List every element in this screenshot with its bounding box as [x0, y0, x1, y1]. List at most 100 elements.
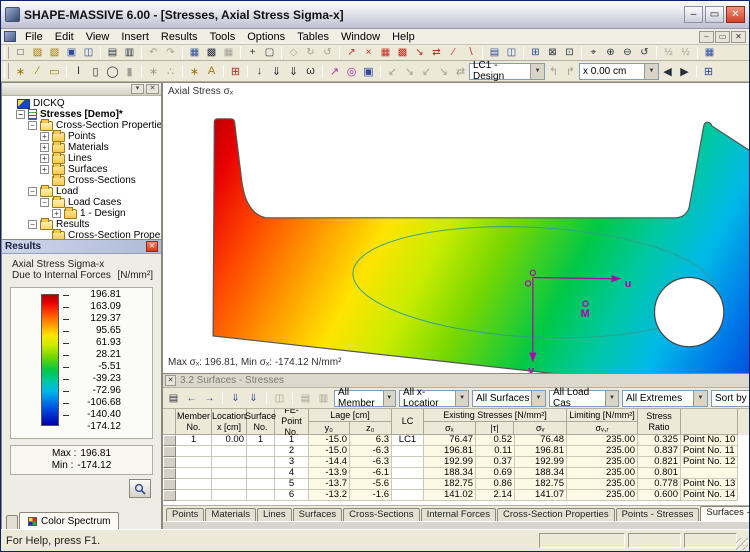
- rotate-ccw-button[interactable]: ↺: [319, 46, 336, 60]
- link-values-button[interactable]: ⇄: [452, 63, 469, 80]
- cell-sigma-v[interactable]: 76.48: [515, 435, 567, 446]
- cell-lc[interactable]: LC1: [392, 435, 424, 446]
- cell-fe-point[interactable]: 2: [275, 446, 309, 457]
- select-box-button[interactable]: ▢: [261, 46, 278, 60]
- table-tab[interactable]: Points: [166, 508, 204, 521]
- load-axial-button[interactable]: ↓: [251, 63, 268, 80]
- cell-tau[interactable]: 0.52: [476, 435, 515, 446]
- cell-tau[interactable]: 0.86: [476, 479, 515, 490]
- cross-section-window-button[interactable]: ⊞: [700, 63, 717, 80]
- undo-button[interactable]: ↶: [145, 46, 162, 60]
- row-handle[interactable]: [163, 446, 176, 457]
- row-handle[interactable]: [163, 435, 176, 446]
- close-icon[interactable]: ✕: [146, 241, 158, 252]
- cell-location[interactable]: [212, 468, 247, 479]
- cell-tau[interactable]: 0.69: [476, 468, 515, 479]
- filter-surfaces-select[interactable]: All Surfaces ▼: [472, 390, 546, 407]
- magnifier-button[interactable]: [129, 479, 151, 498]
- cell-fe-point[interactable]: 1: [275, 435, 309, 446]
- separator[interactable]: [66, 65, 67, 77]
- tree-item[interactable]: − Load Cases: [2, 197, 161, 208]
- table-properties-button[interactable]: ▤: [165, 391, 182, 405]
- cell-surface[interactable]: [247, 457, 275, 468]
- copy-multiple-button[interactable]: ∴: [162, 63, 179, 80]
- load-case-select[interactable]: LC1 - Design ▼: [469, 63, 545, 80]
- copy-point-button[interactable]: ∗: [145, 63, 162, 80]
- load-shear-y-button[interactable]: ⇓: [268, 63, 285, 80]
- cell-z0[interactable]: 6.3: [350, 435, 392, 446]
- cell-surface[interactable]: [247, 468, 275, 479]
- menu-item[interactable]: Tables: [291, 31, 335, 43]
- half-scale-button[interactable]: ½: [660, 46, 677, 60]
- maximize-button[interactable]: ▭: [705, 6, 724, 23]
- table-row[interactable]: 6 -13.2 -1.6 141.02 2.14 141.07 235.00 0…: [163, 490, 750, 501]
- row-handle[interactable]: [163, 457, 176, 468]
- cell-stress-ratio[interactable]: 0.325: [638, 435, 681, 446]
- cell-y0[interactable]: -14.4: [309, 457, 350, 468]
- separator[interactable]: [581, 47, 582, 59]
- cell-sigma-x[interactable]: 188.34: [424, 468, 476, 479]
- tree-item[interactable]: − Results: [2, 219, 161, 230]
- cell-member[interactable]: [176, 468, 212, 479]
- lc-next-button[interactable]: ↱: [562, 63, 579, 80]
- table-tab[interactable]: Lines: [257, 508, 292, 521]
- mdi-minimize-button[interactable]: –: [699, 31, 714, 43]
- tree-item[interactable]: − Stresses [Demo]*: [2, 109, 161, 120]
- insert-polygon-button[interactable]: ▭: [46, 63, 63, 80]
- mdi-restore-button[interactable]: ▭: [715, 31, 730, 43]
- tables-toggle-button[interactable]: ◫: [503, 46, 520, 60]
- separator[interactable]: [240, 47, 241, 59]
- half-scale-2-button[interactable]: ½: [677, 46, 694, 60]
- cell-lc[interactable]: [392, 479, 424, 490]
- refresh-window-button[interactable]: ⊡: [561, 46, 578, 60]
- cell-sigma-x[interactable]: 196.81: [424, 446, 476, 457]
- cell-sigma-vr[interactable]: 235.00: [567, 490, 638, 501]
- cell-fe-point[interactable]: 4: [275, 468, 309, 479]
- chevron-down-icon[interactable]: ▼: [693, 391, 707, 406]
- filter-loadcases-select[interactable]: All Load Cas ▼: [549, 390, 619, 407]
- cell-sigma-v[interactable]: 192.99: [515, 457, 567, 468]
- cell-sigma-vr[interactable]: 235.00: [567, 435, 638, 446]
- cell-lc[interactable]: [392, 457, 424, 468]
- cell-location[interactable]: [212, 446, 247, 457]
- tab-stub[interactable]: [6, 515, 18, 530]
- export-table-button[interactable]: ▥: [315, 391, 332, 405]
- graphics-view[interactable]: Axial Stress σₓ Max σₓ: 196.81, Min σₓ: …: [162, 82, 750, 374]
- table-tab[interactable]: Internal Forces: [421, 508, 496, 521]
- print-table-button[interactable]: ▤: [297, 391, 314, 405]
- snap-target-button[interactable]: ◎: [343, 63, 360, 80]
- separator[interactable]: [281, 47, 282, 59]
- print-preview-button[interactable]: ▥: [121, 46, 138, 60]
- separator[interactable]: [141, 65, 142, 77]
- cell-comment[interactable]: [681, 468, 738, 479]
- cell-y0[interactable]: -13.2: [309, 490, 350, 501]
- next-extreme-button[interactable]: ↘: [401, 63, 418, 80]
- resize-grip[interactable]: [736, 538, 748, 550]
- table-tab[interactable]: Cross-Section Properties: [497, 508, 615, 521]
- filter-xlocations-select[interactable]: All x-Locatior ▼: [399, 390, 469, 407]
- fe-mesh-settings-button[interactable]: ⊞: [227, 63, 244, 80]
- cell-surface[interactable]: [247, 479, 275, 490]
- table-row[interactable]: 5 -13.7 -5.6 182.75 0.86 182.75 235.00 0…: [163, 479, 750, 490]
- chevron-down-icon[interactable]: ▼: [383, 391, 395, 406]
- lc-previous-button[interactable]: ↰: [545, 63, 562, 80]
- new-file-button[interactable]: □: [12, 46, 29, 60]
- results-panel-button[interactable]: ▣: [360, 63, 377, 80]
- toolbar-gripper[interactable]: [4, 47, 9, 59]
- move-object-button[interactable]: ⇄: [428, 46, 445, 60]
- cell-member[interactable]: [176, 457, 212, 468]
- tree-expander[interactable]: −: [28, 220, 37, 229]
- load-shear-z-button[interactable]: ⇓: [285, 63, 302, 80]
- menu-item[interactable]: View: [80, 31, 116, 43]
- separator[interactable]: [380, 65, 381, 77]
- delete-object-button[interactable]: ×: [360, 46, 377, 60]
- separator[interactable]: [292, 392, 293, 404]
- tree-item[interactable]: DICKQ: [2, 98, 161, 109]
- fe-mesh-button[interactable]: ▩: [203, 46, 220, 60]
- cell-sigma-x[interactable]: 182.75: [424, 479, 476, 490]
- separator[interactable]: [247, 65, 248, 77]
- chevron-down-icon[interactable]: ▼: [644, 64, 658, 79]
- save-all-button[interactable]: ◫: [80, 46, 97, 60]
- prev-extreme-button[interactable]: ↙: [384, 63, 401, 80]
- tab-color-spectrum[interactable]: Color Spectrum: [19, 512, 119, 530]
